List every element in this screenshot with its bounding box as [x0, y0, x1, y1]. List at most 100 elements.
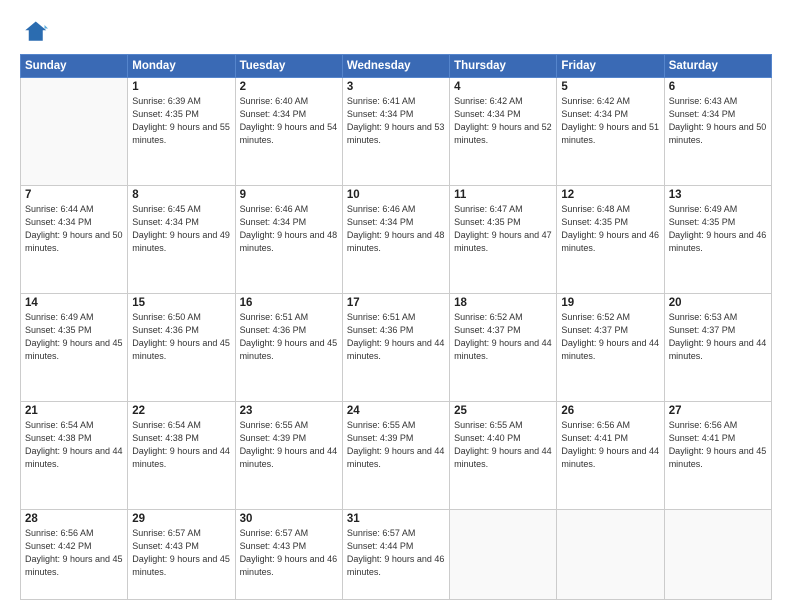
day-number: 6 [669, 81, 767, 93]
day-number: 25 [454, 405, 552, 417]
weekday-header-friday: Friday [557, 55, 664, 78]
day-info: Sunrise: 6:50 AM Sunset: 4:36 PM Dayligh… [132, 311, 230, 363]
calendar-cell: 11 Sunrise: 6:47 AM Sunset: 4:35 PM Dayli… [450, 186, 557, 294]
day-number: 30 [240, 513, 338, 525]
day-info: Sunrise: 6:43 AM Sunset: 4:34 PM Dayligh… [669, 95, 767, 147]
day-info: Sunrise: 6:42 AM Sunset: 4:34 PM Dayligh… [561, 95, 659, 147]
day-info: Sunrise: 6:56 AM Sunset: 4:41 PM Dayligh… [561, 419, 659, 471]
calendar-cell: 18 Sunrise: 6:52 AM Sunset: 4:37 PM Dayli… [450, 294, 557, 402]
calendar-week-row: 28Sunrise: 6:56 AM Sunset: 4:42 PM Dayli… [21, 510, 772, 600]
day-info: Sunrise: 6:54 AM Sunset: 4:38 PM Dayligh… [132, 419, 230, 471]
calendar-cell: 24Sunrise: 6:55 AM Sunset: 4:39 PM Dayli… [342, 402, 449, 510]
calendar-cell: 7Sunrise: 6:44 AM Sunset: 4:34 PM Daylig… [21, 186, 128, 294]
day-number: 27 [669, 405, 767, 417]
day-info: Sunrise: 6:42 AM Sunset: 4:34 PM Dayligh… [454, 95, 552, 147]
calendar-cell: 28Sunrise: 6:56 AM Sunset: 4:42 PM Dayli… [21, 510, 128, 600]
day-info: Sunrise: 6:39 AM Sunset: 4:35 PM Dayligh… [132, 95, 230, 147]
calendar-cell [21, 78, 128, 186]
day-info: Sunrise: 6:56 AM Sunset: 4:42 PM Dayligh… [25, 527, 123, 579]
calendar-cell: 27 Sunrise: 6:56 AM Sunset: 4:41 PM Dayli… [664, 402, 771, 510]
day-info: Sunrise: 6:40 AM Sunset: 4:34 PM Dayligh… [240, 95, 338, 147]
day-info: Sunrise: 6:57 AM Sunset: 4:43 PM Dayligh… [132, 527, 230, 579]
calendar-cell: 15 Sunrise: 6:50 AM Sunset: 4:36 PM Dayli… [128, 294, 235, 402]
calendar-cell: 19 Sunrise: 6:52 AM Sunset: 4:37 PM Dayli… [557, 294, 664, 402]
day-number: 16 [240, 297, 338, 309]
header [20, 18, 772, 46]
day-info: Sunrise: 6:46 AM Sunset: 4:34 PM Dayligh… [240, 203, 338, 255]
day-info: Sunrise: 6:48 AM Sunset: 4:35 PM Dayligh… [561, 203, 659, 255]
calendar-cell: 6 Sunrise: 6:43 AM Sunset: 4:34 PM Daylig… [664, 78, 771, 186]
calendar-cell: 14 Sunrise: 6:49 AM Sunset: 4:35 PM Dayli… [21, 294, 128, 402]
day-number: 10 [347, 189, 445, 201]
calendar-table: SundayMondayTuesdayWednesdayThursdayFrid… [20, 54, 772, 600]
calendar-cell [664, 510, 771, 600]
day-number: 4 [454, 81, 552, 93]
calendar-cell [450, 510, 557, 600]
day-number: 18 [454, 297, 552, 309]
logo-icon [20, 18, 48, 46]
calendar-cell: 17 Sunrise: 6:51 AM Sunset: 4:36 PM Dayli… [342, 294, 449, 402]
calendar-cell: 22 Sunrise: 6:54 AM Sunset: 4:38 PM Dayli… [128, 402, 235, 510]
calendar-cell: 23 Sunrise: 6:55 AM Sunset: 4:39 PM Dayli… [235, 402, 342, 510]
day-info: Sunrise: 6:52 AM Sunset: 4:37 PM Dayligh… [561, 311, 659, 363]
day-number: 17 [347, 297, 445, 309]
day-info: Sunrise: 6:45 AM Sunset: 4:34 PM Dayligh… [132, 203, 230, 255]
day-info: Sunrise: 6:55 AM Sunset: 4:39 PM Dayligh… [240, 419, 338, 471]
weekday-header-monday: Monday [128, 55, 235, 78]
weekday-header-saturday: Saturday [664, 55, 771, 78]
day-number: 26 [561, 405, 659, 417]
day-number: 1 [132, 81, 230, 93]
calendar-week-row: 7Sunrise: 6:44 AM Sunset: 4:34 PM Daylig… [21, 186, 772, 294]
calendar-cell: 30 Sunrise: 6:57 AM Sunset: 4:43 PM Dayli… [235, 510, 342, 600]
calendar-cell: 1 Sunrise: 6:39 AM Sunset: 4:35 PM Daylig… [128, 78, 235, 186]
day-number: 9 [240, 189, 338, 201]
calendar-cell: 31Sunrise: 6:57 AM Sunset: 4:44 PM Dayli… [342, 510, 449, 600]
day-info: Sunrise: 6:46 AM Sunset: 4:34 PM Dayligh… [347, 203, 445, 255]
day-info: Sunrise: 6:57 AM Sunset: 4:43 PM Dayligh… [240, 527, 338, 579]
day-number: 15 [132, 297, 230, 309]
day-number: 12 [561, 189, 659, 201]
calendar-cell: 2 Sunrise: 6:40 AM Sunset: 4:34 PM Daylig… [235, 78, 342, 186]
day-number: 8 [132, 189, 230, 201]
calendar-cell: 13Sunrise: 6:49 AM Sunset: 4:35 PM Dayli… [664, 186, 771, 294]
day-number: 14 [25, 297, 123, 309]
weekday-header-tuesday: Tuesday [235, 55, 342, 78]
calendar-cell: 3Sunrise: 6:41 AM Sunset: 4:34 PM Daylig… [342, 78, 449, 186]
day-number: 5 [561, 81, 659, 93]
day-info: Sunrise: 6:54 AM Sunset: 4:38 PM Dayligh… [25, 419, 123, 471]
weekday-header-thursday: Thursday [450, 55, 557, 78]
calendar-cell: 20Sunrise: 6:53 AM Sunset: 4:37 PM Dayli… [664, 294, 771, 402]
day-number: 22 [132, 405, 230, 417]
day-number: 20 [669, 297, 767, 309]
day-info: Sunrise: 6:52 AM Sunset: 4:37 PM Dayligh… [454, 311, 552, 363]
day-number: 31 [347, 513, 445, 525]
calendar-cell: 10 Sunrise: 6:46 AM Sunset: 4:34 PM Dayli… [342, 186, 449, 294]
day-number: 13 [669, 189, 767, 201]
day-info: Sunrise: 6:47 AM Sunset: 4:35 PM Dayligh… [454, 203, 552, 255]
day-number: 21 [25, 405, 123, 417]
day-number: 11 [454, 189, 552, 201]
calendar-cell: 12 Sunrise: 6:48 AM Sunset: 4:35 PM Dayli… [557, 186, 664, 294]
day-number: 2 [240, 81, 338, 93]
day-info: Sunrise: 6:55 AM Sunset: 4:40 PM Dayligh… [454, 419, 552, 471]
calendar-cell: 5 Sunrise: 6:42 AM Sunset: 4:34 PM Daylig… [557, 78, 664, 186]
calendar-cell: 26 Sunrise: 6:56 AM Sunset: 4:41 PM Dayli… [557, 402, 664, 510]
day-number: 29 [132, 513, 230, 525]
calendar-week-row: 1 Sunrise: 6:39 AM Sunset: 4:35 PM Daylig… [21, 78, 772, 186]
calendar-week-row: 21 Sunrise: 6:54 AM Sunset: 4:38 PM Dayli… [21, 402, 772, 510]
calendar-cell: 16Sunrise: 6:51 AM Sunset: 4:36 PM Dayli… [235, 294, 342, 402]
day-info: Sunrise: 6:49 AM Sunset: 4:35 PM Dayligh… [25, 311, 123, 363]
calendar-cell: 29 Sunrise: 6:57 AM Sunset: 4:43 PM Dayli… [128, 510, 235, 600]
weekday-header-row: SundayMondayTuesdayWednesdayThursdayFrid… [21, 55, 772, 78]
day-number: 23 [240, 405, 338, 417]
day-info: Sunrise: 6:56 AM Sunset: 4:41 PM Dayligh… [669, 419, 767, 471]
calendar-week-row: 14 Sunrise: 6:49 AM Sunset: 4:35 PM Dayli… [21, 294, 772, 402]
calendar-cell: 21 Sunrise: 6:54 AM Sunset: 4:38 PM Dayli… [21, 402, 128, 510]
day-info: Sunrise: 6:51 AM Sunset: 4:36 PM Dayligh… [347, 311, 445, 363]
calendar-cell: 25 Sunrise: 6:55 AM Sunset: 4:40 PM Dayli… [450, 402, 557, 510]
calendar-cell [557, 510, 664, 600]
calendar-cell: 8 Sunrise: 6:45 AM Sunset: 4:34 PM Daylig… [128, 186, 235, 294]
day-number: 19 [561, 297, 659, 309]
day-number: 7 [25, 189, 123, 201]
page: SundayMondayTuesdayWednesdayThursdayFrid… [0, 0, 792, 612]
